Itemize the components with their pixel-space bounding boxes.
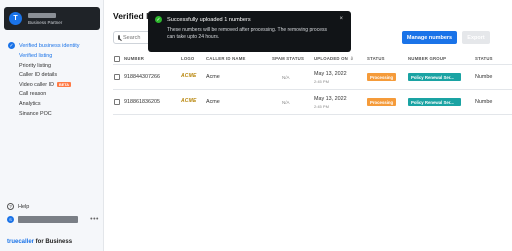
brand-suffix: for Business [34,239,73,245]
sidebar-item-call-reason[interactable]: Call reason [19,91,100,97]
sidebar-item-priority-listing[interactable]: Priority listing [19,63,100,69]
sidebar-item-label: Call reason [19,91,47,98]
user-menu[interactable]: S ••• [7,216,99,223]
sidebar-item-analytics[interactable]: Analytics [19,101,100,107]
cell-spam-status: N/A [282,100,290,105]
acme-logo: ACME [181,73,197,79]
cell-spam-status: N/A [282,75,290,80]
status-badge: Processing [367,73,397,81]
sidebar-item-label: Sinance POC [19,110,52,117]
sort-down-icon: ⇩ [349,56,354,61]
column-status-secondary: STATUS [475,56,493,61]
sidebar-item-label: Video caller ID [19,81,54,88]
account-avatar: T [9,12,22,25]
sidebar-section-verified-identity[interactable]: ✓ Verified business identity [8,42,100,49]
sidebar-item-label: Caller ID details [19,72,58,79]
brand-logo: truecaller for Business [7,239,72,245]
cell-caller-id-name: Acme [206,74,220,80]
success-check-icon: ✓ [155,16,162,23]
sidebar-nav: ✓ Verified business identity Verified li… [8,42,100,117]
page-title: Verified li [113,11,151,21]
sidebar: T Business Partner ✓ Verified business i… [0,0,104,251]
sidebar-item-label: Priority listing [19,62,52,69]
table-header: NUMBER LOGO CALLER ID NAME SPAM STATUS U… [113,52,512,65]
sidebar-item-sinance-poc[interactable]: Sinance POC [19,111,100,117]
table-row[interactable]: 918844307266 ACME Acme N/A May 13, 2022 … [113,65,512,90]
account-info: Business Partner [28,12,63,25]
acme-logo: ACME [181,98,197,104]
more-icon[interactable]: ••• [90,216,99,223]
check-circle-icon: ✓ [8,42,15,49]
row-checkbox[interactable] [114,74,120,80]
account-role: Business Partner [28,19,63,25]
cell-status-secondary: Numbe [475,99,493,105]
help-label: Help [18,203,30,210]
number-group-badge: Policy Renewal Ser... [408,98,461,106]
close-icon[interactable]: × [339,16,343,22]
table-row[interactable]: 918861836205 ACME Acme N/A May 13, 2022 … [113,90,512,115]
export-button[interactable]: Export [462,31,490,44]
status-badge: Processing [367,98,397,106]
row-checkbox[interactable] [114,99,120,105]
success-toast: ✓ Successfully uploaded 1 numbers These … [148,11,351,52]
numbers-table: NUMBER LOGO CALLER ID NAME SPAM STATUS U… [113,52,512,115]
account-switcher[interactable]: T Business Partner [4,7,100,30]
sidebar-section-label: Verified business identity [19,42,80,49]
beta-badge: BETA [56,82,72,88]
help-icon: ? [7,203,14,210]
sidebar-item-label: Analytics [19,100,41,107]
column-number: NUMBER [124,56,145,61]
sidebar-item-caller-id-details[interactable]: Caller ID details [19,72,100,78]
cell-uploaded-on: May 13, 2022 2:45 PM [314,96,347,109]
upload-time: 2:45 PM [314,79,329,84]
cell-caller-id-name: Acme [206,99,220,105]
column-logo: LOGO [181,56,195,61]
upload-date: May 13, 2022 [314,71,347,77]
sidebar-item-verified-listing[interactable]: Verified listing [19,53,100,59]
user-avatar: S [7,216,14,223]
upload-time: 2:45 PM [314,104,329,109]
cell-number: 918861836205 [124,99,160,105]
number-group-badge: Policy Renewal Ser... [408,73,461,81]
toast-title: Successfully uploaded 1 numbers [167,16,251,23]
column-number-group: NUMBER GROUP [408,56,447,61]
upload-date: May 13, 2022 [314,96,347,102]
cell-status-secondary: Numbe [475,74,493,80]
help-link[interactable]: ? Help [7,203,29,210]
cell-number: 918844307266 [124,74,160,80]
user-name-redacted [18,216,78,223]
search-icon [118,35,120,40]
cell-uploaded-on: May 13, 2022 2:45 PM [314,71,347,84]
manage-numbers-button[interactable]: Manage numbers [402,31,457,44]
sidebar-item-video-caller-id[interactable]: Video caller ID BETA [19,82,100,88]
column-caller-id-name: CALLER ID NAME [206,56,246,61]
column-spam-status: SPAM STATUS [272,56,305,61]
toast-header: ✓ Successfully uploaded 1 numbers [155,16,344,23]
column-status: STATUS [367,56,385,61]
select-all-checkbox[interactable] [114,55,120,62]
sidebar-item-label: Verified listing [19,53,53,59]
brand-name: truecaller [7,239,35,245]
column-uploaded-on[interactable]: UPLOADED ON ⇩ [314,56,354,62]
column-uploaded-on-label: UPLOADED ON [314,56,348,61]
account-name-redacted [28,12,56,18]
toast-message: These numbers will be removed after proc… [167,27,327,40]
